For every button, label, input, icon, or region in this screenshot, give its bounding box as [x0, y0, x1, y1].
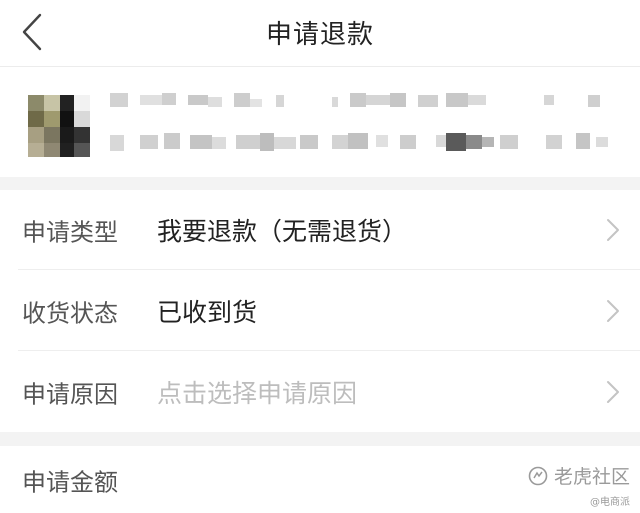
row-label: 收货状态: [22, 299, 118, 328]
chevron-right-icon: [607, 381, 619, 403]
amount-label: 申请金额: [22, 468, 118, 496]
product-card[interactable]: [0, 67, 640, 177]
section-gap: [0, 432, 640, 446]
row-value: 我要退款（无需退货）: [157, 217, 408, 246]
row-receipt-status[interactable]: 收货状态 已收到货: [0, 271, 640, 351]
watermark-main-text: 老虎社区: [553, 466, 630, 488]
refund-application-screen: 申请退款 申请类型 我要退款（无需退货） 收货状态 已收到货 申请原因 点击选择…: [0, 0, 640, 513]
watermark-sub-text: @电商派: [590, 497, 630, 508]
product-thumbnail: [28, 95, 90, 157]
row-value: 已收到货: [157, 298, 258, 327]
divider: [18, 350, 640, 351]
divider: [18, 269, 640, 270]
row-label: 申请原因: [22, 380, 118, 409]
section-gap: [0, 177, 640, 190]
tiger-logo-icon: [528, 466, 548, 485]
chevron-right-icon: [607, 219, 619, 241]
row-application-type[interactable]: 申请类型 我要退款（无需退货）: [0, 190, 640, 270]
watermark: 老虎社区 @电商派: [528, 462, 630, 508]
page-title: 申请退款: [265, 20, 374, 50]
chevron-right-icon: [607, 300, 619, 322]
row-application-reason[interactable]: 申请原因 点击选择申请原因: [0, 352, 640, 432]
reason-placeholder: 点击选择申请原因: [157, 379, 358, 408]
row-label: 申请类型: [22, 218, 118, 247]
nav-header: 申请退款: [0, 0, 640, 67]
product-title-mosaic: [110, 93, 608, 151]
